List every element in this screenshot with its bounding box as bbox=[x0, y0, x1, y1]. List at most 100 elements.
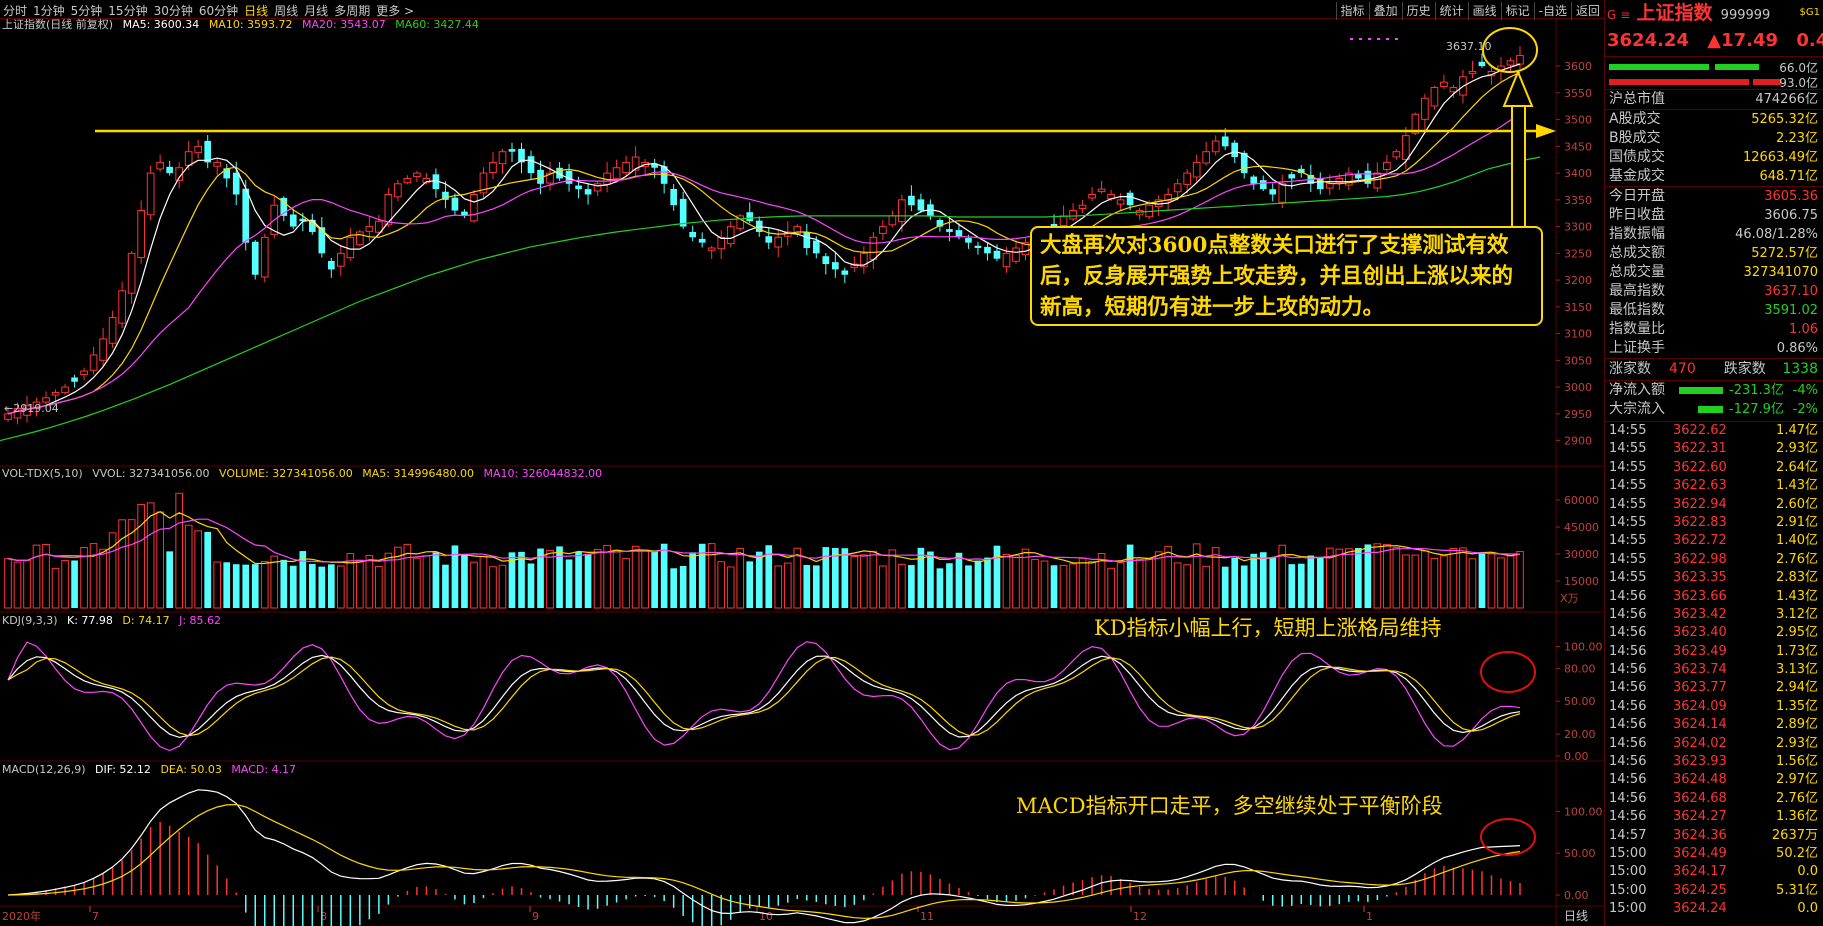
tick-amount: 2.97亿 bbox=[1776, 772, 1818, 788]
kline-chart[interactable]: 3600 3550 3500 3450 3400 3350 3300 3250 3200 3150… bbox=[0, 0, 1604, 926]
tick-row: 15:00 3624.49 50.2亿 bbox=[1605, 845, 1823, 863]
tick-list[interactable]: 14:55 3622.62 1.47亿 14:55 3622.31 2.93亿 14:55 3… bbox=[1605, 421, 1823, 919]
candle-body bbox=[1250, 176, 1258, 184]
flow-row: 净流入额 -231.3亿 -4% bbox=[1605, 381, 1823, 400]
macd-dea-line bbox=[7, 803, 1521, 919]
x-month-label: 8 bbox=[320, 910, 327, 923]
price-y-label: 3500 bbox=[1564, 114, 1592, 127]
volume-bar bbox=[99, 548, 107, 609]
tick-row: 14:55 3623.35 2.83亿 bbox=[1605, 569, 1823, 587]
volume-bar bbox=[498, 564, 507, 609]
flow-pct: -4% bbox=[1792, 383, 1818, 398]
up-count: 470 bbox=[1669, 361, 1696, 377]
candle-body bbox=[898, 199, 906, 223]
tick-amount: 2.94亿 bbox=[1776, 680, 1818, 696]
tick-time: 14:56 bbox=[1609, 680, 1647, 696]
tick-amount: 2.64亿 bbox=[1776, 459, 1818, 475]
candle-body bbox=[1202, 151, 1211, 164]
tick-price: 3622.62 bbox=[1673, 423, 1727, 438]
candle-body bbox=[71, 377, 78, 382]
tick-row: 14:55 3622.62 1.47亿 bbox=[1605, 422, 1823, 440]
index-code: 999999 bbox=[1720, 8, 1771, 23]
macd-circle bbox=[1480, 818, 1536, 856]
macd-y-label: 100.00 bbox=[1564, 805, 1603, 818]
candle-body bbox=[831, 262, 839, 270]
price-y-label: 2950 bbox=[1564, 408, 1592, 421]
group-label: G bbox=[1607, 8, 1617, 22]
tick-row: 14:56 3623.40 2.95亿 bbox=[1605, 624, 1823, 642]
volume-bar bbox=[622, 557, 630, 609]
candle-body bbox=[888, 215, 897, 226]
macd-y-label: 0.00 bbox=[1564, 889, 1589, 902]
candle-body bbox=[213, 161, 222, 167]
tick-price: 3623.74 bbox=[1673, 662, 1727, 678]
volume-bar bbox=[13, 561, 22, 609]
tick-time: 14:56 bbox=[1609, 606, 1647, 622]
volume-bar bbox=[603, 545, 611, 609]
tick-row: 14:55 3622.83 2.91亿 bbox=[1605, 514, 1823, 532]
volume-bar bbox=[23, 560, 31, 609]
candle-body bbox=[1449, 87, 1458, 93]
tick-time: 15:00 bbox=[1609, 864, 1647, 880]
stat-value: 0.86% bbox=[1776, 341, 1818, 356]
signal-dot bbox=[1377, 38, 1380, 40]
candle-body bbox=[346, 236, 355, 259]
volume-bar bbox=[118, 519, 126, 609]
tick-price: 3622.60 bbox=[1673, 459, 1727, 475]
volume-bar bbox=[746, 561, 754, 608]
tick-time: 15:00 bbox=[1609, 882, 1647, 898]
volume-bar bbox=[365, 555, 374, 609]
volume-bar bbox=[213, 561, 222, 609]
vol-unit: X万 bbox=[1560, 592, 1579, 605]
candle-body bbox=[1069, 210, 1077, 220]
volume-bar bbox=[1173, 562, 1182, 609]
tick-time: 14:57 bbox=[1609, 827, 1647, 843]
volume-bar bbox=[137, 503, 145, 609]
menu-icon[interactable]: ≡ bbox=[1618, 8, 1632, 22]
price-y-label: 3350 bbox=[1564, 194, 1592, 207]
candle-body bbox=[1173, 183, 1182, 193]
price-y-label: 3000 bbox=[1564, 381, 1592, 394]
candle-body bbox=[689, 232, 697, 238]
tick-price: 3624.17 bbox=[1673, 864, 1727, 880]
tick-price: 3622.94 bbox=[1673, 496, 1727, 512]
vol-y-label: 30000 bbox=[1564, 548, 1599, 561]
candle-body bbox=[974, 245, 982, 248]
tick-row: 14:56 3623.49 1.73亿 bbox=[1605, 643, 1823, 661]
volume-bar bbox=[955, 552, 963, 608]
tick-amount: 1.43亿 bbox=[1776, 478, 1818, 494]
flow-pct: -2% bbox=[1792, 402, 1818, 417]
volume-bar bbox=[1355, 548, 1362, 608]
tick-amount: 2.93亿 bbox=[1776, 735, 1818, 751]
tick-amount: 2.91亿 bbox=[1776, 514, 1818, 530]
tick-amount: 2637万 bbox=[1771, 827, 1818, 843]
tick-price: 3623.66 bbox=[1673, 588, 1727, 604]
volume-bar bbox=[860, 554, 868, 609]
price-y-label: 3300 bbox=[1564, 221, 1592, 234]
stat-value: 327341070 bbox=[1743, 265, 1818, 280]
candle-body bbox=[289, 214, 297, 227]
volume-bar bbox=[936, 568, 944, 608]
volume-bar bbox=[242, 564, 250, 608]
volume-bar bbox=[356, 559, 364, 609]
tick-amount: 2.76亿 bbox=[1776, 790, 1818, 806]
volume-bar bbox=[679, 565, 687, 608]
volume-bar bbox=[479, 555, 488, 609]
volume-bar bbox=[1135, 558, 1144, 609]
candle-body bbox=[137, 210, 145, 259]
candle-body bbox=[946, 229, 953, 232]
candle-body bbox=[984, 246, 991, 254]
candle-body bbox=[61, 386, 69, 394]
candle-body bbox=[1002, 252, 1011, 268]
tick-amount: 3.13亿 bbox=[1776, 662, 1818, 678]
tick-price: 3624.24 bbox=[1673, 901, 1727, 917]
candle-body bbox=[1364, 170, 1372, 184]
stat-row: 国债成交 12663.49亿 bbox=[1605, 148, 1823, 167]
tick-price: 3624.25 bbox=[1673, 882, 1727, 898]
x-month-label: 9 bbox=[532, 910, 539, 923]
kdj-y-label: 20.00 bbox=[1564, 728, 1596, 741]
volume-bar bbox=[1183, 564, 1191, 609]
stat-label: 总成交量 bbox=[1609, 264, 1665, 280]
x-month-label: 12 bbox=[1133, 910, 1147, 923]
analysis-callout: 大盘再次对3600点整数关口进行了支撑测试有效后，反身展开强势上攻走势，并且创出… bbox=[1030, 226, 1543, 326]
